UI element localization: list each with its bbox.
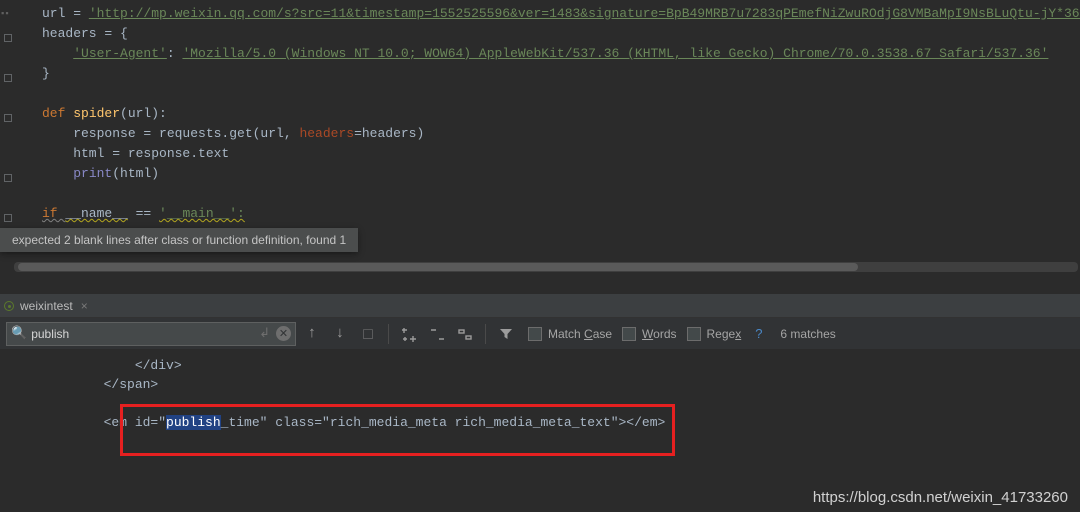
match-count: 6 matches [780,327,835,341]
code-editor[interactable]: ▪▪url = 'http://mp.weixin.qq.com/s?src=1… [0,0,1080,228]
help-icon[interactable]: ? [755,326,762,341]
console-line: </span> [10,375,1080,394]
python-run-icon [4,301,14,311]
run-tab-bar: weixintest × [0,294,1080,318]
run-tab-label[interactable]: weixintest [20,299,73,313]
dunder-name: __name__ [65,206,127,221]
filter-button[interactable] [494,322,518,346]
clear-icon[interactable]: ✕ [276,326,291,341]
code-text: headers = { [42,26,128,41]
run-tool-window: weixintest × 🔍 ↲ ✕ ↑ ↓ ◻ Match Case Word… [0,294,1080,496]
dict-value: 'Mozilla/5.0 (Windows NT 10.0; WOW64) Ap… [182,46,1048,61]
fold-icon[interactable] [4,74,12,82]
select-all-button[interactable]: ◻ [356,322,380,346]
search-input-wrapper[interactable]: 🔍 ↲ ✕ [6,322,296,346]
keyword: if [42,206,65,221]
kwarg: headers [299,126,354,141]
fold-icon[interactable] [4,174,12,182]
horizontal-scrollbar[interactable] [14,262,1078,272]
enter-hint-icon: ↲ [259,326,270,341]
match-case-checkbox[interactable]: Match Case [528,327,612,341]
search-input[interactable] [31,327,253,341]
regex-checkbox[interactable]: Regex [687,327,742,341]
prev-match-button[interactable]: ↑ [300,322,324,346]
watermark: https://blog.csdn.net/weixin_41733260 [813,489,1068,506]
words-checkbox[interactable]: Words [622,327,676,341]
fold-icon[interactable] [4,214,12,222]
remove-selection-button[interactable] [425,322,449,346]
search-icon: 🔍 [11,326,27,341]
close-icon[interactable]: × [81,299,88,313]
select-all-occurrences-button[interactable] [453,322,477,346]
lint-tooltip: expected 2 blank lines after class or fu… [0,228,358,252]
scrollbar-thumb[interactable] [18,263,858,271]
annotation-box [120,404,675,456]
code-text: } [42,66,50,81]
next-match-button[interactable]: ↓ [328,322,352,346]
code-text: html = response.text [42,146,229,161]
builtin: print [73,166,112,181]
code-text: url = [42,6,89,21]
url-string: 'http://mp.weixin.qq.com/s?src=11&timest… [89,6,1080,21]
fold-icon[interactable] [4,114,12,122]
add-selection-button[interactable] [397,322,421,346]
fold-icon[interactable] [4,34,12,42]
find-toolbar: 🔍 ↲ ✕ ↑ ↓ ◻ Match Case Words Regex ? 6 m… [0,318,1080,350]
console-line: </div> [10,356,1080,375]
string-main: '__main__': [159,206,245,221]
keyword: def [42,106,73,121]
dict-key: 'User-Agent' [73,46,167,61]
console-output[interactable]: </div> </span> <em id="publish_time" cla… [0,350,1080,496]
function-name: spider [73,106,120,121]
